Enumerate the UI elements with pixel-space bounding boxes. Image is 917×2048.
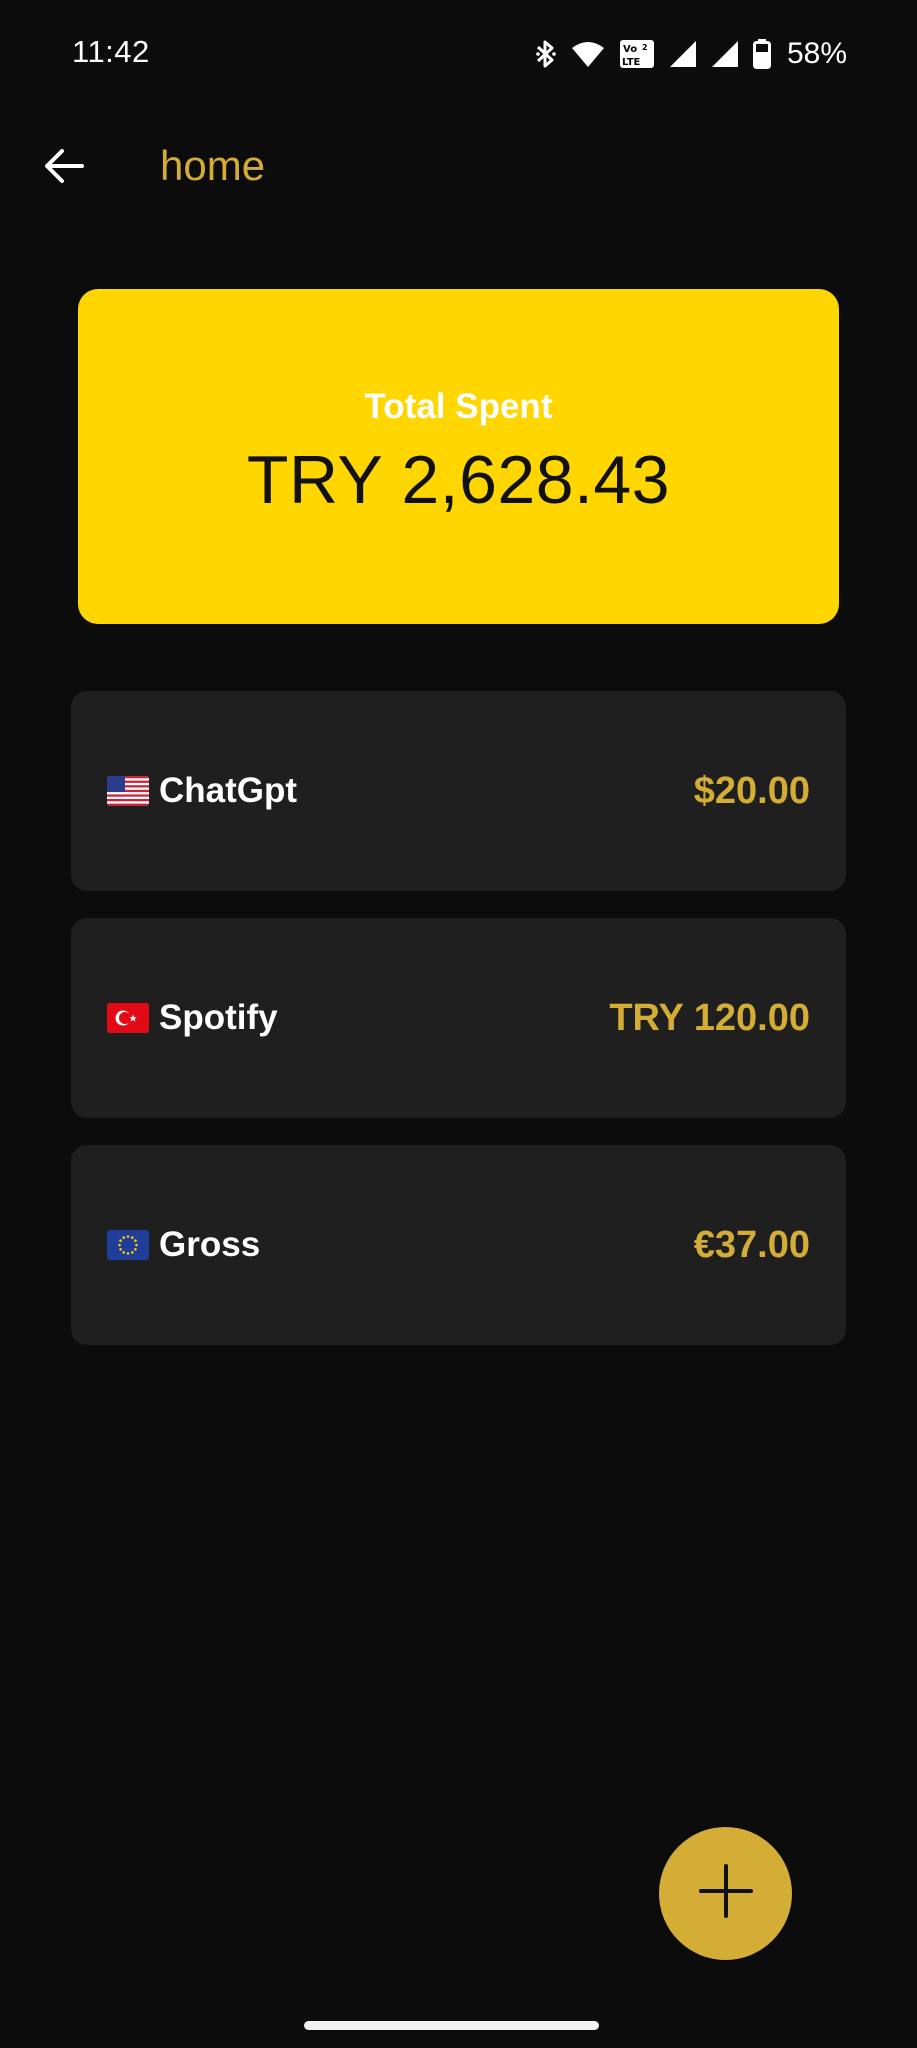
us-flag-icon — [107, 776, 149, 806]
tr-flag-icon — [107, 1003, 149, 1033]
status-bar: 11:42 Vo 2 LTE 58% — [0, 0, 917, 110]
svg-text:Vo: Vo — [623, 44, 637, 55]
total-spent-label: Total Spent — [364, 386, 553, 426]
plus-icon — [698, 1864, 753, 1923]
signal-icon — [711, 40, 739, 68]
page-title: home — [160, 142, 266, 189]
battery-icon — [752, 39, 771, 69]
subscription-list: ChatGpt $20.00 Spotify TRY 120.00 Gross … — [71, 691, 846, 1372]
list-item[interactable]: ChatGpt $20.00 — [71, 691, 846, 891]
back-button[interactable] — [36, 140, 92, 196]
battery-percent: 58% — [786, 37, 847, 70]
subscription-price: TRY 120.00 — [609, 996, 810, 1039]
status-time: 11:42 — [72, 34, 150, 69]
status-icons: Vo 2 LTE 58% — [535, 34, 847, 74]
bluetooth-icon — [535, 39, 557, 69]
list-item-left: Gross — [107, 1145, 260, 1345]
add-subscription-button[interactable] — [659, 1827, 792, 1960]
list-item-left: ChatGpt — [107, 691, 297, 891]
svg-text:2: 2 — [642, 43, 648, 52]
signal-icon — [669, 40, 697, 68]
subscription-name: Spotify — [159, 998, 278, 1037]
list-item[interactable]: Gross €37.00 — [71, 1145, 846, 1345]
subscription-price: €37.00 — [693, 1223, 810, 1266]
list-item-left: Spotify — [107, 918, 278, 1118]
subscription-name: ChatGpt — [159, 771, 298, 810]
svg-text:LTE: LTE — [622, 57, 641, 68]
volte-icon: Vo 2 LTE — [619, 39, 655, 69]
arrow-left-icon — [44, 148, 84, 189]
gesture-nav-handle[interactable] — [304, 2021, 599, 2030]
top-app-bar: home — [0, 130, 917, 210]
wifi-icon — [571, 40, 605, 68]
total-spent-card: Total Spent TRY 2,628.43 — [78, 289, 839, 624]
total-spent-value: TRY 2,628.43 — [246, 441, 671, 518]
screen: 11:42 Vo 2 LTE 58% home Total Spent TRY … — [0, 0, 917, 2048]
eu-flag-icon — [107, 1230, 149, 1260]
subscription-price: $20.00 — [693, 769, 810, 812]
subscription-name: Gross — [159, 1225, 261, 1264]
list-item[interactable]: Spotify TRY 120.00 — [71, 918, 846, 1118]
